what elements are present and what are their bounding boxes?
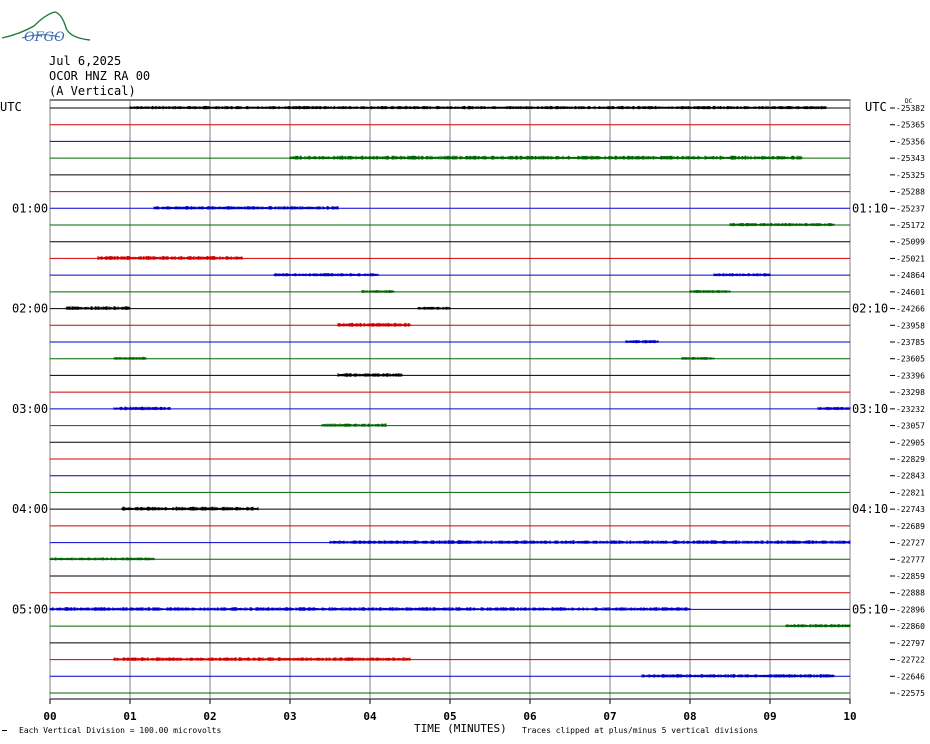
trace-activity	[417, 306, 451, 310]
row-offset-label: -24864	[896, 271, 925, 280]
row-offset-label: -25021	[896, 254, 925, 263]
row-offset-label: -25325	[896, 171, 925, 180]
trace-activity	[113, 657, 411, 661]
clip-note: Traces clipped at plus/minus 5 vertical …	[522, 726, 759, 735]
right-time-label: 02:10	[852, 302, 888, 316]
corner-mark	[2, 730, 7, 734]
trace-activity	[321, 423, 387, 427]
left-time-label: 04:00	[12, 502, 48, 516]
trace-activity	[817, 406, 851, 411]
left-time-label: 05:00	[12, 602, 48, 616]
row-offset-label: -25365	[896, 121, 925, 130]
row-offset-label: -22860	[896, 622, 925, 631]
row-offset-label: -22722	[896, 656, 925, 665]
row-offset-label: -25382	[896, 104, 925, 113]
row-offset-label: -23958	[896, 321, 925, 330]
x-tick-label: 08	[683, 710, 696, 723]
row-offset-label: -22821	[896, 488, 925, 497]
row-offset-label: -23605	[896, 355, 925, 364]
row-offset-label: -22896	[896, 605, 925, 614]
row-offset-label: -22905	[896, 438, 925, 447]
row-offset-label: -25343	[896, 154, 925, 163]
row-offset-label: -22859	[896, 572, 925, 581]
row-offset-label: -22727	[896, 539, 925, 548]
row-offset-label: -23396	[896, 371, 925, 380]
trace-activity	[97, 255, 243, 260]
x-tick-label: 03	[283, 710, 296, 723]
x-tick-label: 09	[763, 710, 776, 723]
trace-activity	[153, 206, 339, 210]
row-offset-label: -22646	[896, 672, 925, 681]
trace-activity	[329, 540, 851, 544]
x-tick-label: 10	[843, 710, 856, 723]
row-offset-label: -25237	[896, 204, 925, 213]
row-offset-label: -24601	[896, 288, 925, 297]
row-offset-label: -25099	[896, 238, 925, 247]
x-tick-label: 02	[203, 710, 216, 723]
row-offset-label: -24266	[896, 305, 925, 314]
trace-activity	[729, 222, 835, 227]
trace-activity	[121, 506, 259, 511]
left-time-label: 03:00	[12, 402, 48, 416]
trace-activity	[625, 339, 659, 344]
row-offset-label: -22843	[896, 472, 925, 481]
x-tick-label: 01	[123, 710, 137, 723]
trace-activity	[113, 406, 171, 411]
trace-activity	[129, 105, 827, 110]
trace-activity	[361, 290, 395, 293]
row-offset-label: -22689	[896, 522, 925, 531]
row-offset-label: -22777	[896, 555, 925, 564]
trace-activity	[689, 290, 731, 293]
right-time-label: 03:10	[852, 402, 888, 416]
x-tick-label: 07	[603, 710, 616, 723]
trace-activity	[289, 155, 803, 160]
trace-activity	[337, 373, 403, 377]
scale-note: Each Vertical Division = 100.00 microvol…	[19, 726, 222, 735]
row-offset-label: -22829	[896, 455, 925, 464]
trace-activity	[113, 356, 147, 360]
left-time-label: 01:00	[12, 201, 48, 215]
x-axis-title: TIME (MINUTES)	[414, 722, 507, 735]
row-offset-label: -25288	[896, 188, 925, 197]
row-offset-label: -23232	[896, 405, 925, 414]
row-offset-label: -22743	[896, 505, 925, 514]
row-offset-label: -25172	[896, 221, 925, 230]
row-offset-label: -22888	[896, 589, 925, 598]
trace-activity	[49, 557, 155, 561]
trace-activity	[641, 674, 835, 678]
right-time-label: 01:10	[852, 201, 888, 215]
left-time-label: 02:00	[12, 302, 48, 316]
trace-activity	[785, 624, 851, 628]
right-time-label: 05:10	[852, 602, 888, 616]
trace-activity	[65, 306, 131, 310]
trace-activity	[337, 322, 411, 327]
x-tick-label: 06	[523, 710, 537, 723]
row-offset-label: -22575	[896, 689, 925, 698]
row-offset-label: -25356	[896, 137, 925, 146]
row-offset-label: -23298	[896, 388, 925, 397]
x-tick-label: 04	[363, 710, 377, 723]
seismogram-plot: 00 01 02 03 04 05 06 07 08 09 10-25382-25365-25356…	[12, 99, 925, 723]
x-tick-label: 00	[43, 710, 56, 723]
right-time-label: 04:10	[852, 502, 888, 516]
row-offset-label: -23785	[896, 338, 925, 347]
trace-activity	[681, 356, 715, 360]
row-offset-label: -22797	[896, 639, 925, 648]
row-offset-label: -23057	[896, 422, 925, 431]
trace-activity	[713, 273, 771, 277]
